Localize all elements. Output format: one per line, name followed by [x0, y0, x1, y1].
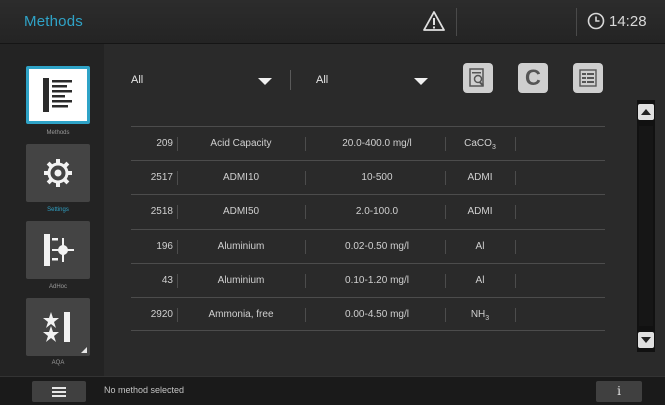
method-name: Acid Capacity — [210, 138, 272, 149]
method-name: Aluminium — [217, 240, 265, 252]
divider — [515, 137, 516, 151]
table-row[interactable]: 2920 Ammonia, free 0.00-4.50 mg/l NH3 — [131, 296, 605, 332]
screen: Methods 14:28 Methods Settings AdHoc AQA… — [0, 0, 665, 405]
method-range: 0.00-4.50 mg/l — [345, 308, 409, 320]
divider — [177, 171, 178, 186]
divider — [177, 205, 178, 220]
unit-subscript: 3 — [485, 314, 490, 322]
sidebar: Methods Settings AdHoc AQA — [0, 44, 104, 376]
method-id: 196 — [156, 240, 173, 252]
divider — [305, 307, 306, 322]
adhoc-icon — [44, 234, 74, 266]
scroll-up-button[interactable] — [638, 104, 654, 120]
sidebar-item-label: AdHoc — [48, 284, 67, 290]
method-name: Ammonia, free — [208, 308, 274, 320]
method-range: 10-500 — [361, 172, 393, 184]
unit-text: NH — [470, 308, 486, 320]
arrow-up-icon — [641, 109, 651, 115]
scrollbar[interactable] — [637, 100, 655, 352]
chevron-down-icon[interactable] — [414, 78, 428, 85]
methods-list-icon — [43, 78, 72, 112]
divider — [515, 273, 516, 288]
method-list-button[interactable] — [573, 63, 603, 93]
page-title: Methods — [24, 13, 83, 30]
bottom-bar: No method selected i — [0, 376, 665, 405]
method-unit: ADMI — [467, 172, 493, 184]
methods-table: 209 Acid Capacity 20.0-400.0 mg/l CaCO3 … — [131, 126, 605, 332]
sidebar-item-label: Methods — [46, 130, 70, 136]
method-unit: CaCO3 — [445, 127, 515, 161]
top-bar: Methods 14:28 — [0, 0, 665, 44]
status-text: No method selected — [104, 385, 185, 395]
method-id: 209 — [156, 138, 173, 149]
method-unit: Al — [475, 274, 485, 286]
method-range: 2.0-100.0 — [355, 206, 399, 218]
arrow-down-icon — [641, 337, 651, 343]
divider — [515, 239, 516, 254]
method-unit: Al — [475, 240, 485, 252]
magnify-document-icon — [469, 68, 485, 87]
divider — [177, 239, 178, 254]
method-id: 2518 — [150, 206, 173, 218]
unit-subscript: 3 — [491, 144, 496, 151]
divider — [456, 8, 457, 36]
method-name: Aluminium — [217, 274, 265, 286]
divider — [305, 273, 306, 288]
divider — [305, 137, 306, 151]
sidebar-item-settings[interactable] — [26, 144, 90, 202]
sidebar-item-aqa[interactable] — [26, 298, 90, 356]
c-icon: C — [525, 65, 541, 90]
divider — [177, 137, 178, 151]
method-name: ADMI50 — [222, 206, 260, 218]
method-unit: NH3 — [445, 298, 515, 332]
method-id: 2517 — [150, 172, 173, 184]
table-row[interactable]: 2517 ADMI10 10-500 ADMI — [131, 160, 605, 194]
filter-dropdown-1-value[interactable]: All — [131, 74, 143, 86]
sidebar-item-label: AQA — [51, 360, 65, 366]
table-row[interactable]: 196 Aluminium 0.02-0.50 mg/l Al — [131, 228, 605, 263]
table-row[interactable]: 209 Acid Capacity 20.0-400.0 mg/l CaCO3 — [131, 126, 605, 160]
magnify-document-button[interactable] — [463, 63, 493, 93]
aqa-stars-icon — [43, 312, 70, 342]
method-list-icon — [579, 69, 597, 87]
menu-button[interactable] — [32, 381, 86, 402]
divider — [290, 70, 291, 90]
method-id: 2920 — [150, 308, 173, 320]
chevron-down-icon[interactable] — [258, 78, 272, 85]
divider — [576, 8, 577, 36]
method-range: 0.02-0.50 mg/l — [345, 240, 409, 252]
divider — [305, 171, 306, 186]
info-button[interactable]: i — [596, 381, 642, 402]
divider — [515, 205, 516, 220]
expand-corner-icon — [81, 347, 87, 353]
sidebar-item-adhoc[interactable] — [26, 221, 90, 279]
warning-triangle-icon[interactable] — [423, 10, 445, 32]
scroll-track[interactable] — [639, 126, 653, 326]
method-name: ADMI10 — [222, 172, 260, 184]
method-id: 43 — [161, 274, 173, 286]
divider — [177, 273, 178, 288]
method-unit: ADMI — [467, 206, 493, 218]
scroll-down-button[interactable] — [638, 332, 654, 348]
divider — [177, 307, 178, 322]
method-range: 0.10-1.20 mg/l — [345, 274, 409, 286]
c-button[interactable]: C — [518, 63, 548, 93]
clock-icon — [587, 12, 605, 30]
divider — [305, 205, 306, 220]
gear-icon — [44, 159, 72, 187]
clock-time: 14:28 — [609, 13, 647, 30]
table-row[interactable]: 43 Aluminium 0.10-1.20 mg/l Al — [131, 262, 605, 297]
table-row[interactable]: 2518 ADMI50 2.0-100.0 ADMI — [131, 194, 605, 228]
sidebar-item-label: Settings — [47, 207, 69, 213]
divider — [515, 307, 516, 322]
method-range: 20.0-400.0 mg/l — [342, 138, 412, 149]
sidebar-item-methods[interactable] — [26, 66, 90, 124]
divider — [515, 171, 516, 186]
unit-text: CaCO — [464, 138, 492, 149]
filter-dropdown-2-value[interactable]: All — [316, 74, 328, 86]
divider — [305, 239, 306, 254]
